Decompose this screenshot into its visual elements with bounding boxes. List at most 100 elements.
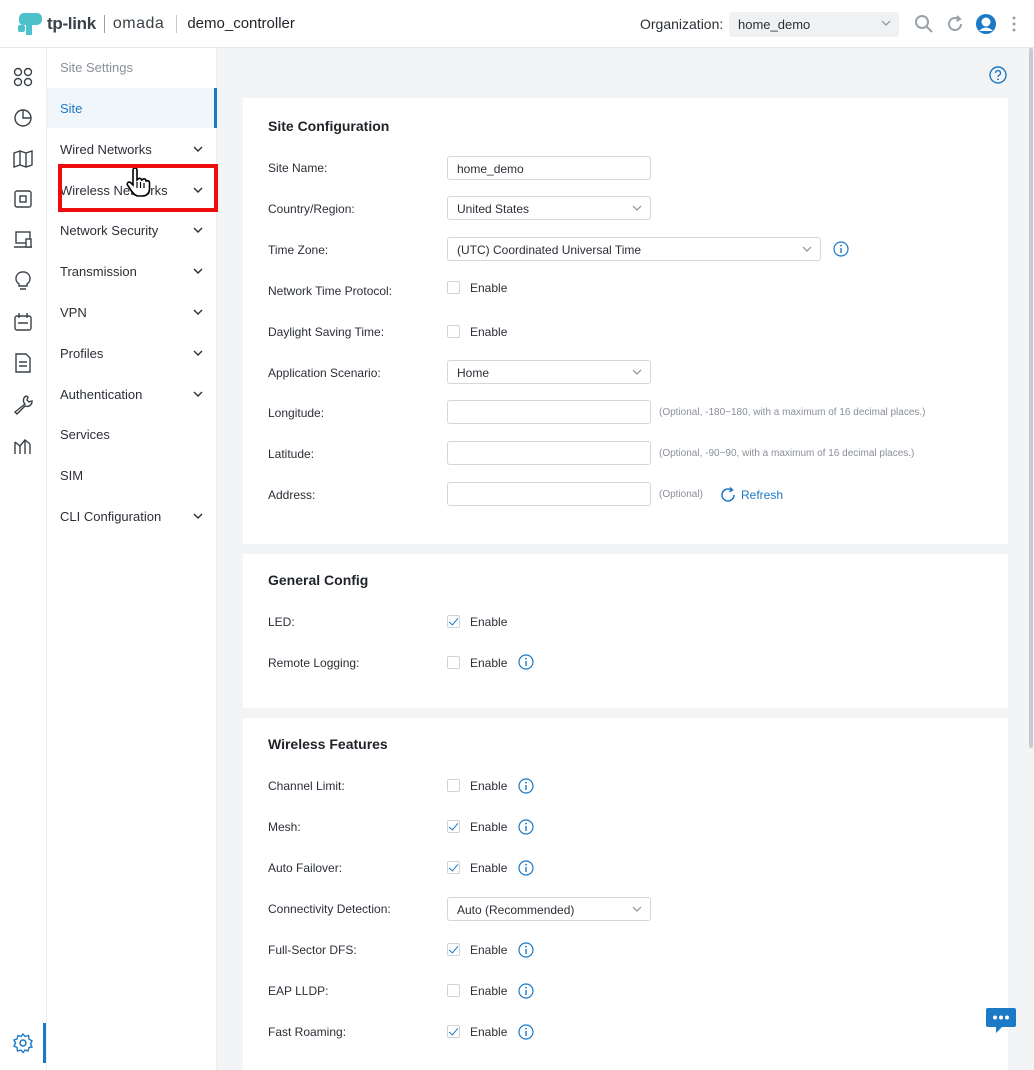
sidebar-item-vpn[interactable]: VPN	[47, 292, 217, 332]
statistics-icon[interactable]	[12, 107, 34, 129]
chevron-down-icon	[802, 246, 812, 252]
avatar[interactable]	[975, 13, 997, 35]
settings-icon[interactable]	[12, 1032, 34, 1054]
sidebar-item-sim[interactable]: SIM	[47, 455, 217, 495]
sidebar-title: Site Settings	[60, 60, 133, 75]
site-configuration-card: Site Configuration Site Name: home_demo …	[243, 98, 1008, 544]
connectivity-detection-select[interactable]: Auto (Recommended)	[447, 897, 651, 921]
enable-label: Enable	[470, 779, 508, 793]
organization-label: Organization:	[640, 16, 724, 32]
full-sector-dfs-checkbox[interactable]	[447, 943, 460, 956]
info-icon[interactable]	[518, 1024, 534, 1040]
latitude-input[interactable]	[447, 441, 651, 465]
mesh-label: Mesh:	[268, 820, 301, 834]
led-label: LED:	[268, 615, 295, 629]
info-icon[interactable]	[518, 983, 534, 999]
sidebar-item-transmission[interactable]: Transmission	[47, 251, 217, 291]
refresh-button[interactable]: Refresh	[719, 486, 783, 504]
refresh-icon	[721, 486, 735, 502]
site-name-input[interactable]: home_demo	[447, 156, 651, 180]
chevron-down-icon	[193, 268, 203, 274]
info-icon[interactable]	[518, 819, 534, 835]
latitude-hint: (Optional, -90~90, with a maximum of 16 …	[659, 448, 915, 459]
scenario-select[interactable]: Home	[447, 360, 651, 384]
enable-label: Enable	[470, 861, 508, 875]
enable-label: Enable	[470, 281, 508, 295]
mesh-checkbox[interactable]	[447, 820, 460, 833]
info-icon[interactable]	[518, 860, 534, 876]
address-label: Address:	[268, 488, 316, 502]
sidebar-item-label: Network Security	[60, 222, 159, 238]
sidebar-item-label: Authentication	[60, 386, 143, 402]
led-checkbox[interactable]	[447, 615, 460, 628]
remote-logging-label: Remote Logging:	[268, 656, 360, 670]
auto-failover-checkbox[interactable]	[447, 861, 460, 874]
analytics-icon[interactable]	[12, 434, 34, 456]
card-title: Site Configuration	[268, 118, 390, 134]
sidebar-item-label: SIM	[60, 467, 84, 483]
map-icon[interactable]	[12, 148, 34, 170]
search-icon[interactable]	[914, 14, 934, 34]
sidebar-item-cli-configuration[interactable]: CLI Configuration	[47, 496, 217, 536]
sidebar-item-label: CLI Configuration	[60, 508, 162, 524]
sidebar-item-authentication[interactable]: Authentication	[47, 374, 217, 414]
tools-icon[interactable]	[12, 393, 34, 415]
help-icon[interactable]	[989, 66, 1007, 84]
info-icon[interactable]	[833, 241, 849, 257]
organization-select[interactable]: home_demo	[729, 12, 899, 37]
sidebar-item-site[interactable]: Site	[47, 88, 217, 128]
chevron-down-icon	[193, 309, 203, 315]
more-vertical-icon[interactable]	[1008, 14, 1020, 34]
logs-icon[interactable]	[12, 311, 34, 333]
chevron-down-icon	[632, 205, 642, 211]
sidebar-item-label: Transmission	[60, 263, 137, 279]
enable-label: Enable	[470, 820, 508, 834]
info-icon[interactable]	[518, 654, 534, 670]
ntp-checkbox[interactable]	[447, 281, 460, 294]
remote-logging-checkbox[interactable]	[447, 656, 460, 669]
sidebar-item-services[interactable]: Services	[47, 414, 217, 454]
hand-cursor-icon	[126, 168, 151, 197]
info-icon[interactable]	[518, 778, 534, 794]
chat-support-icon[interactable]	[985, 1006, 1017, 1034]
brand-text: tp-link	[47, 13, 96, 33]
refresh-label: Refresh	[741, 488, 784, 502]
sidebar-item-profiles[interactable]: Profiles	[47, 333, 217, 373]
dashboard-icon[interactable]	[12, 66, 34, 88]
country-select[interactable]: United States	[447, 196, 651, 220]
timezone-label: Time Zone:	[268, 243, 329, 257]
sidebar-item-label: Wired Networks	[60, 141, 152, 157]
fast-roaming-label: Fast Roaming:	[268, 1025, 347, 1039]
sidebar-item-wired-networks[interactable]: Wired Networks	[47, 129, 217, 169]
eap-lldp-checkbox[interactable]	[447, 984, 460, 997]
fast-roaming-checkbox[interactable]	[447, 1025, 460, 1038]
timezone-select[interactable]: (UTC) Coordinated Universal Time	[447, 237, 821, 261]
scenario-label: Application Scenario:	[268, 366, 381, 380]
channel-limit-checkbox[interactable]	[447, 779, 460, 792]
connectivity-detection-label: Connectivity Detection:	[268, 902, 391, 916]
top-header: tp-link omada demo_controller Organizati…	[0, 0, 1034, 48]
insights-icon[interactable]	[12, 270, 34, 292]
scenario-value: Home	[457, 366, 490, 380]
card-title: General Config	[268, 572, 369, 588]
enable-label: Enable	[470, 943, 508, 957]
info-icon[interactable]	[518, 942, 534, 958]
sidebar-item-network-security[interactable]: Network Security	[47, 210, 217, 250]
latitude-label: Latitude:	[268, 447, 315, 461]
sidebar-item-label: Profiles	[60, 345, 104, 361]
enable-label: Enable	[470, 984, 508, 998]
clients-icon[interactable]	[12, 229, 34, 251]
dst-checkbox[interactable]	[447, 325, 460, 338]
enable-label: Enable	[470, 656, 508, 670]
country-value: United States	[457, 202, 530, 216]
dst-label: Daylight Saving Time:	[268, 325, 385, 339]
chevron-down-icon	[632, 906, 642, 912]
reports-icon[interactable]	[12, 352, 34, 374]
devices-icon[interactable]	[12, 188, 34, 210]
tplink-logo[interactable]: tp-link omada	[15, 9, 164, 39]
refresh-icon[interactable]	[945, 14, 965, 34]
address-input[interactable]	[447, 482, 651, 506]
channel-limit-label: Channel Limit:	[268, 779, 345, 793]
page-scrollbar[interactable]	[1029, 48, 1033, 748]
longitude-input[interactable]	[447, 400, 651, 424]
